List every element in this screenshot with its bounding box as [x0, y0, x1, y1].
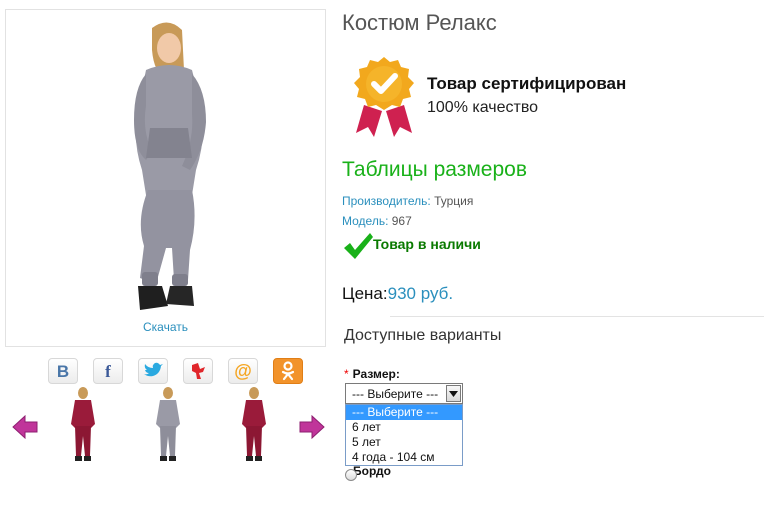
manufacturer-value: Турция	[434, 194, 474, 208]
size-option-item[interactable]: --- Выберите ---	[346, 405, 462, 420]
arrow-right-icon	[299, 414, 325, 440]
share-yaru-button[interactable]	[183, 358, 213, 384]
next-thumbnail-arrow[interactable]	[299, 414, 325, 440]
size-label-text: Размер:	[352, 367, 400, 381]
thumbnail-bordeaux-1[interactable]	[63, 386, 103, 464]
model-label[interactable]: Модель:	[342, 214, 388, 228]
size-table-link[interactable]: Таблицы размеров	[342, 158, 527, 182]
yaru-icon	[192, 363, 205, 379]
color-bordo-radio[interactable]	[345, 469, 357, 481]
size-dropdown-list: --- Выберите --- 6 лет 5 лет 4 года - 10…	[345, 404, 463, 466]
price: Цена:930 руб.	[342, 284, 453, 304]
certificate-subtitle: 100% качество	[427, 99, 539, 116]
in-stock-check-icon	[342, 232, 374, 260]
share-twitter-button[interactable]	[138, 358, 168, 384]
share-mailru-button[interactable]: @	[228, 358, 258, 384]
variants-heading: Доступные варианты	[344, 327, 502, 344]
stock-status: Товар в наличи	[373, 236, 481, 252]
divider	[390, 316, 764, 317]
share-odnoklassniki-button[interactable]	[273, 358, 303, 384]
facebook-icon: f	[105, 361, 111, 381]
thumbnail-bordeaux-2[interactable]	[234, 386, 274, 464]
chevron-down-icon[interactable]	[446, 385, 461, 402]
thumbnail-image	[71, 387, 95, 461]
arrow-left-icon	[12, 414, 38, 440]
twitter-icon	[144, 362, 163, 377]
product-photo	[6, 10, 325, 346]
mailru-icon: @	[234, 361, 252, 381]
thumbnail-image	[156, 387, 180, 461]
certificate-title: Товар сертифицирован	[427, 74, 627, 93]
product-title: Костюм Релакс	[342, 10, 497, 35]
price-value: 930 руб.	[387, 284, 454, 303]
price-label: Цена:	[342, 284, 388, 303]
model-value: 967	[391, 214, 412, 228]
manufacturer-label[interactable]: Производитель:	[342, 194, 431, 208]
thumbnail-image	[242, 387, 266, 461]
certified-medal-icon	[350, 55, 418, 139]
share-vkontakte-button[interactable]: В	[48, 358, 78, 384]
size-option-label: * Размер:	[344, 367, 400, 381]
thumbnail-grey[interactable]	[148, 386, 188, 464]
share-facebook-button[interactable]: f	[93, 358, 123, 384]
previous-thumbnail-arrow[interactable]	[12, 414, 38, 440]
vkontakte-icon: В	[56, 361, 70, 381]
size-select-value: --- Выберите ---	[352, 387, 439, 401]
model-line: Модель: 967	[342, 214, 412, 228]
size-option-item[interactable]: 5 лет	[346, 435, 462, 450]
size-select[interactable]: --- Выберите ---	[345, 383, 463, 404]
manufacturer-line: Производитель: Турция	[342, 194, 473, 208]
required-mark: *	[344, 367, 349, 381]
odnoklassniki-icon	[281, 361, 295, 381]
size-option-item[interactable]: 4 года - 104 см	[346, 450, 462, 465]
download-link[interactable]: Скачать	[5, 320, 326, 334]
size-option-item[interactable]: 6 лет	[346, 420, 462, 435]
color-option-label: Бордо	[353, 464, 391, 478]
product-main-image[interactable]	[5, 9, 326, 347]
